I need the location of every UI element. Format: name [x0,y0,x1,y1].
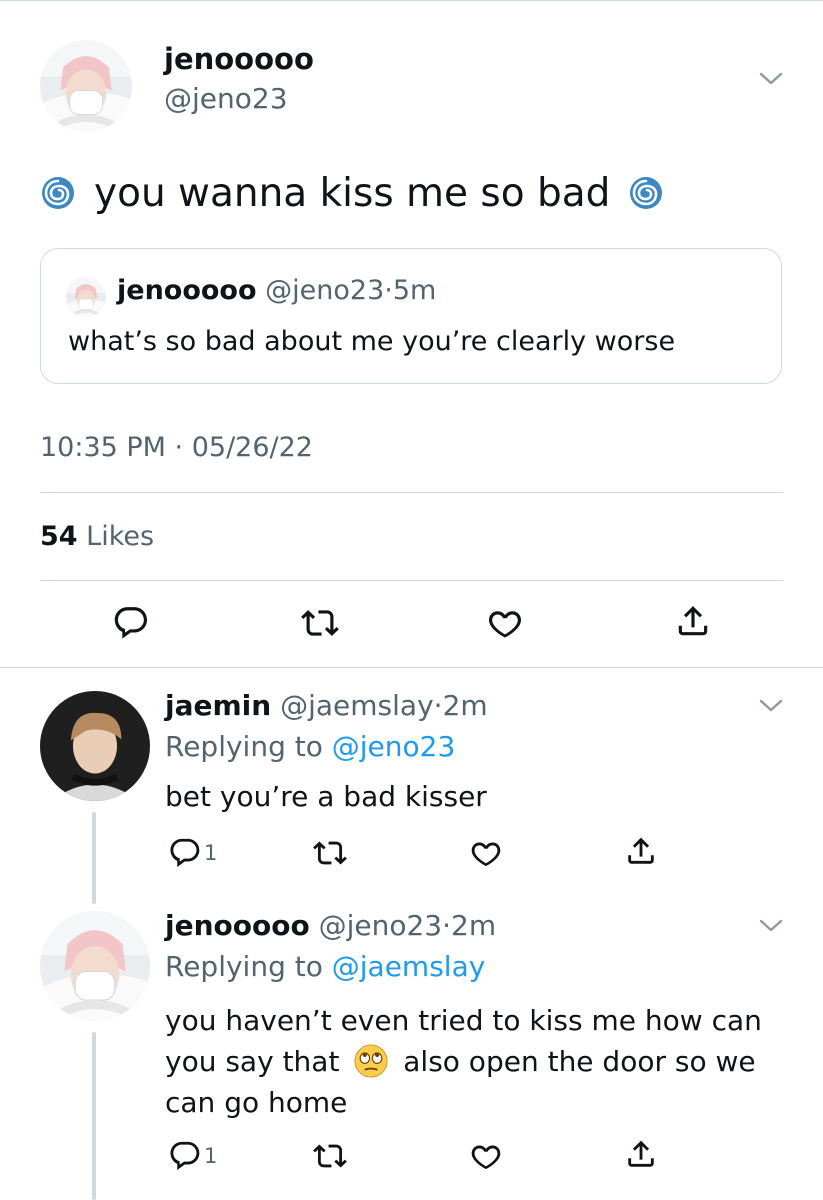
thread-line [92,1032,96,1200]
quoted-separator: · [384,275,393,306]
like-icon[interactable] [469,1139,503,1173]
quoted-text: what’s so bad about me you’re clearly wo… [68,326,676,357]
reply-count: 1 [204,1144,218,1168]
share-icon[interactable] [624,834,658,868]
replying-to: Replying to @jaemslay [165,950,485,983]
like-icon[interactable] [469,836,503,870]
share-icon[interactable] [624,1137,658,1171]
tweet-timestamp[interactable]: 10:35 PM · 05/26/22 [40,432,313,463]
reply-display-name[interactable]: jaemin [165,689,271,722]
avatar[interactable] [40,40,132,132]
reply-icon[interactable] [168,1139,202,1173]
quoted-time: 5m [392,275,437,306]
author-handle[interactable]: @jeno23 [164,82,288,115]
replying-to-link[interactable]: @jaemslay [332,950,486,983]
reply-icon[interactable] [168,836,202,870]
quoted-header: jenooooo @jeno23·5m [117,275,436,306]
cyclone-icon [628,175,664,211]
reply-text: you haven’t even tried to kiss me how ca… [165,1000,762,1123]
likes-stat[interactable]: 54 Likes [40,521,154,552]
reply-time: 2m [451,909,497,942]
reply-handle[interactable]: @jeno23 [319,909,443,942]
like-icon[interactable] [486,604,524,642]
reply-text-line: you say that also open the door so we [165,1041,762,1082]
quoted-tweet[interactable] [40,248,782,384]
thread-line [92,812,96,904]
replying-to-link[interactable]: @jeno23 [332,730,456,763]
reply-header: jaemin @jaemslay·2m [165,689,488,722]
quoted-display-name: jenooooo [117,275,257,306]
reply-text-line: you haven’t even tried to kiss me how ca… [165,1004,762,1037]
reply-button[interactable]: 1 [168,1139,217,1173]
tweet-text-body: you wanna kiss me so bad [94,171,611,216]
replying-to-prefix: Replying to [165,950,323,983]
reply-text-segment: also open the door so we [403,1045,756,1078]
quoted-avatar [66,277,106,317]
reply-display-name[interactable]: jenooooo [165,909,310,942]
chevron-down-icon[interactable] [758,70,784,88]
chevron-down-icon[interactable] [758,917,784,935]
retweet-icon[interactable] [313,1139,347,1173]
divider [40,580,783,581]
avatar[interactable] [40,911,150,1021]
reply-handle[interactable]: @jaemslay [280,689,434,722]
reply-header: jenooooo @jeno23·2m [165,909,496,942]
reply-icon[interactable] [112,604,150,642]
replying-to-prefix: Replying to [165,730,323,763]
likes-label: Likes [86,521,155,552]
reply-text-segment: you say that [165,1045,340,1078]
eye-roll-emoji-icon [354,1044,388,1078]
divider [0,667,823,668]
reply-text-line: can go home [165,1086,348,1119]
quoted-handle: @jeno23 [265,275,385,306]
share-icon[interactable] [674,602,712,640]
likes-count: 54 [40,521,78,552]
reply-count: 1 [204,841,218,865]
cyclone-icon [40,175,76,211]
reply-separator: · [442,909,452,942]
reply-text: bet you’re a bad kisser [165,780,487,813]
reply-time: 2m [442,689,488,722]
reply-button[interactable]: 1 [168,836,217,870]
top-divider [0,0,823,1]
retweet-icon[interactable] [301,604,339,642]
replying-to: Replying to @jeno23 [165,730,455,763]
avatar[interactable] [40,691,150,801]
chevron-down-icon[interactable] [758,697,784,715]
divider [40,492,783,493]
reply-separator: · [433,689,443,722]
tweet-text: you wanna kiss me so bad [40,168,800,220]
author-display-name[interactable]: jenooooo [164,42,314,76]
retweet-icon[interactable] [313,836,347,870]
